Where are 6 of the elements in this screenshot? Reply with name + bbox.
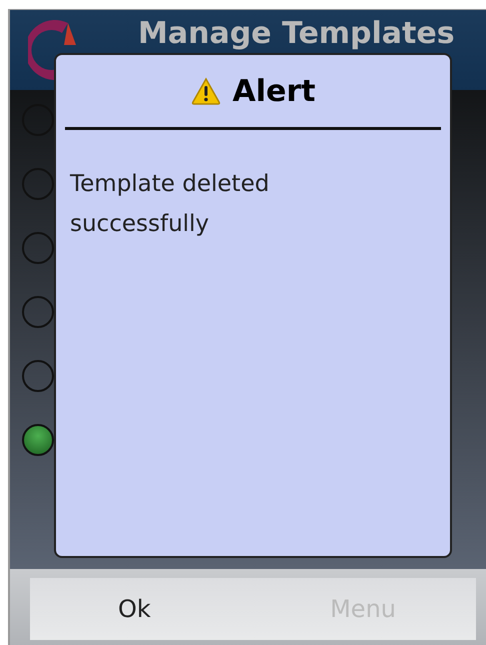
warning-icon xyxy=(190,77,220,105)
dialog-title: Alert xyxy=(232,74,316,108)
ok-button[interactable]: Ok xyxy=(118,595,151,623)
screen-title: Manage Templates xyxy=(138,18,455,50)
dialog-message: Template deleted successfully xyxy=(70,170,270,239)
radio-button[interactable] xyxy=(22,424,54,456)
